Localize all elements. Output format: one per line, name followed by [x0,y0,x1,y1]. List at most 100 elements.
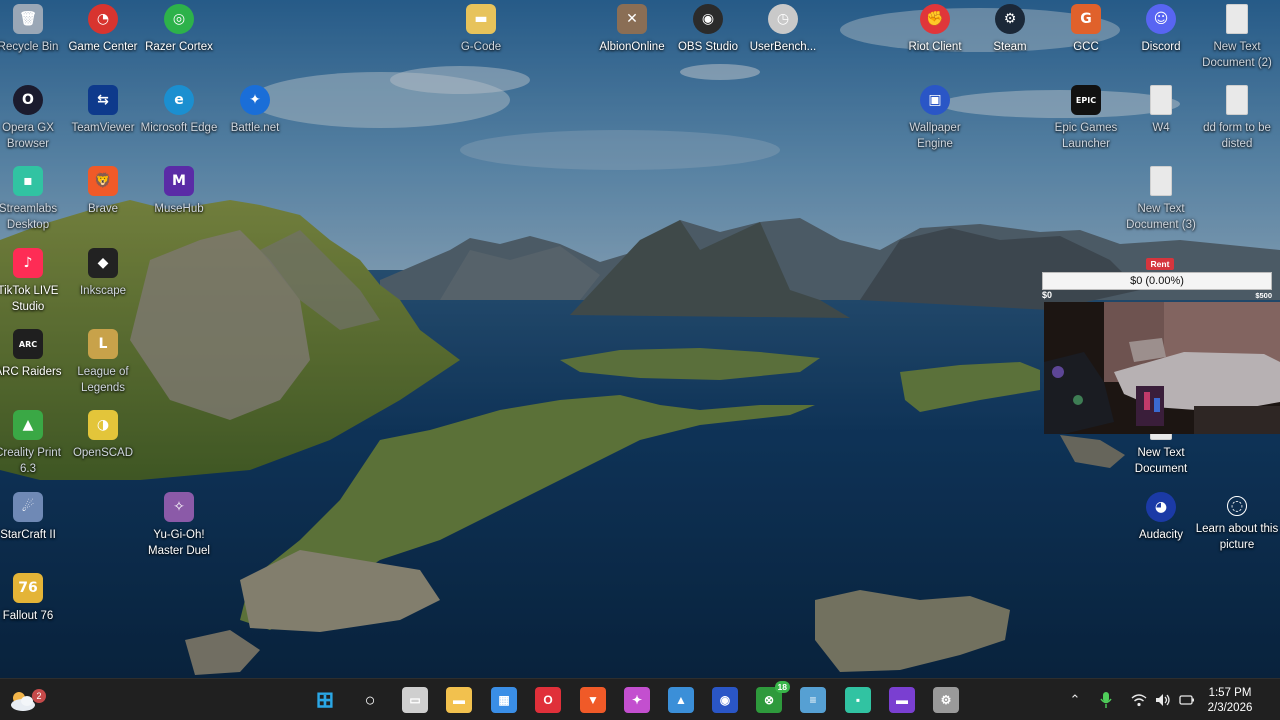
streamlabs-icon: ▪ [13,166,43,196]
desktop-icon-tiktok-live[interactable]: ♪ TikTok LIVE Studio [0,246,68,315]
weather-notification-badge: 2 [32,689,46,703]
arc-raiders-icon: ARC [13,329,43,359]
desktop-icon-recycle-bin[interactable]: 🗑 Recycle Bin [0,2,68,55]
desktop-icon-epic-games[interactable]: EPIC Epic Games Launcher [1046,83,1126,152]
desktop-icon-new-text-3[interactable]: New Text Document (3) [1121,164,1201,233]
desktop-icon-wallpaper-engine[interactable]: ▣ Wallpaper Engine [895,83,975,152]
league-of-legends-icon: L [88,329,118,359]
desktop-icon-inkscape[interactable]: ◆ Inkscape [63,246,143,299]
desktop-icon-riot-client[interactable]: ✊ Riot Client [895,2,975,55]
desktop-icon-dd-form[interactable]: dd form to be disted [1197,83,1277,152]
desktop-icon-razer-cortex[interactable]: ◎ Razer Cortex [139,2,219,55]
desktop-icon-yugioh[interactable]: ✧ Yu-Gi-Oh! Master Duel [139,490,219,559]
desktop-icon-label: Microsoft Edge [140,122,218,134]
rent-goal-title: Rent [1146,258,1174,270]
desktop-icon-userbench[interactable]: ◷ UserBench... [743,2,823,55]
yugioh-icon: ✧ [164,492,194,522]
tiktok-live-icon: ♪ [13,248,43,278]
wifi-icon[interactable] [1130,691,1148,709]
desktop-icon-edge[interactable]: e Microsoft Edge [139,83,219,136]
desktop-icon-teamviewer[interactable]: ⇆ TeamViewer [63,83,143,136]
taskbar-streamlabs-button[interactable]: ▪ [845,687,871,713]
desktop-icon-battlenet[interactable]: ✦ Battle.net [215,83,295,136]
taskbar-clipchamp-button[interactable]: ▬ [889,687,915,713]
desktop-icon-arc-raiders[interactable]: ARC ARC Raiders [0,327,68,380]
wallpaper-engine-icon: ▣ [920,85,950,115]
desktop-icon-streamlabs[interactable]: ▪ Streamlabs Desktop [0,164,68,233]
desktop-icon-audacity[interactable]: ◕ Audacity [1121,490,1201,543]
recycle-bin-icon: 🗑 [13,4,43,34]
taskbar-notepad-button[interactable]: ≡ [800,687,826,713]
taskbar-store-button[interactable]: ▦ [491,687,517,713]
desktop-icon-league[interactable]: L League of Legends [63,327,143,396]
taskbar-settings-button[interactable]: ⚙ [933,687,959,713]
taskbar-photos-button[interactable]: ▲ [668,687,694,713]
game-center-icon: ◔ [88,4,118,34]
desktop-icon-fallout[interactable]: 76 Fallout 76 [0,571,68,624]
xbox-icon: ⊗ [763,693,775,707]
streamlabs-icon: ▪ [855,693,861,707]
battery-icon[interactable] [1178,691,1196,709]
volume-icon[interactable] [1154,691,1172,709]
desktop-icon-creality[interactable]: ▲ Creality Print 6.3 [0,408,68,477]
desktop-icon-label: dd form to be disted [1203,122,1271,150]
document-icon [1150,85,1172,115]
taskbar-search-button[interactable]: ○ [357,687,383,713]
desktop-icon-w4[interactable]: W4 [1121,83,1201,136]
desktop-icon-label: Wallpaper Engine [909,122,961,150]
folder-icon: ▬ [453,693,465,707]
desktop-icon-g-code[interactable]: ▬ G-Code [441,2,521,55]
desktop-icon-albion-online[interactable]: ✕ AlbionOnline [592,2,672,55]
taskbar-opera-gx-button[interactable]: O [535,687,561,713]
desktop-icon-starcraft[interactable]: ☄ StarCraft II [0,490,68,543]
desktop-icon-label: Opera GX Browser [2,122,54,150]
desktop-icon-musehub[interactable]: M MuseHub [139,164,219,217]
starcraft-icon: ☄ [13,492,43,522]
text-file-icon [1226,85,1248,115]
chevron-up-icon[interactable]: ⌃ [1066,691,1084,709]
task-view-icon: ▭ [409,693,421,707]
taskbar-file-explorer-button[interactable]: ▬ [446,687,472,713]
desktop-icon-opera-gx[interactable]: O Opera GX Browser [0,83,68,152]
taskbar-xbox-button[interactable]: ⊗ 18 [756,681,790,713]
desktop-icon-steam[interactable]: ⚙ Steam [970,2,1050,55]
desktop-icon-label: Discord [1141,41,1181,53]
clock-time: 1:57 PM [1208,687,1252,699]
desktop-icon-label: ARC Raiders [0,366,62,378]
taskbar-copilot-button[interactable]: ✦ [624,687,650,713]
microphone-icon[interactable] [1097,691,1115,709]
desktop-icon-label: Audacity [1138,529,1184,541]
text-file-icon [1150,166,1172,196]
desktop-icon-label: New Text Document (2) [1202,41,1272,69]
desktop-icon-gcc[interactable]: G GCC [1046,2,1126,55]
system-clock[interactable]: 1:57 PM 2/3/2026 [1200,686,1260,716]
desktop-icon-label: Yu-Gi-Oh! Master Duel [148,529,210,557]
taskbar: 2 ⊞ ○ ▭ ▬ ▦ O ▼ ✦ ▲ ◉ ⊗ 18 ≡ ▪ ▬ ⚙ ⌃ 1:57 PM 2/3/2026 [0,678,1280,720]
taskbar-wallpaper-engine-button[interactable]: ◉ [712,687,738,713]
desktop-icon-label: OBS Studio [677,41,739,53]
desktop-icon-label: UserBench... [749,41,817,53]
taskbar-brave-button[interactable]: ▼ [580,687,606,713]
rent-goal-min-label: $0 [1042,290,1053,300]
desktop-icon-obs-studio[interactable]: ◉ OBS Studio [668,2,748,55]
audacity-icon: ◕ [1146,492,1176,522]
desktop-icon-discord[interactable]: ☺ Discord [1121,2,1201,55]
taskbar-start-button[interactable]: ⊞ [312,687,338,713]
desktop-icon-label: Fallout 76 [2,610,54,622]
notepad-icon: ≡ [809,693,817,707]
taskbar-task-view-button[interactable]: ▭ [402,687,428,713]
riot-client-icon: ✊ [920,4,950,34]
rent-goal-widget: Rent $0 (0.00%) $0 $500 [1042,258,1272,301]
desktop-icon-label: AlbionOnline [599,41,665,53]
desktop-icon-openscad[interactable]: ◑ OpenSCAD [63,408,143,461]
desktop-icon-brave[interactable]: 🦁 Brave [63,164,143,217]
desktop-icon-game-center[interactable]: ◔ Game Center [63,2,143,55]
desktop-icon-new-text-2[interactable]: New Text Document (2) [1197,2,1277,71]
desktop-icon-label: OpenSCAD [72,447,134,459]
desktop-icon-learn-picture[interactable]: ◌ Learn about this picture [1196,490,1278,553]
discord-icon: ☺ [1146,4,1176,34]
xbox-notification-badge: 18 [774,681,790,693]
weather-widget[interactable]: 2 [8,685,46,715]
desktop-icon-label: Battle.net [230,122,280,134]
copilot-icon: ✦ [631,693,643,707]
